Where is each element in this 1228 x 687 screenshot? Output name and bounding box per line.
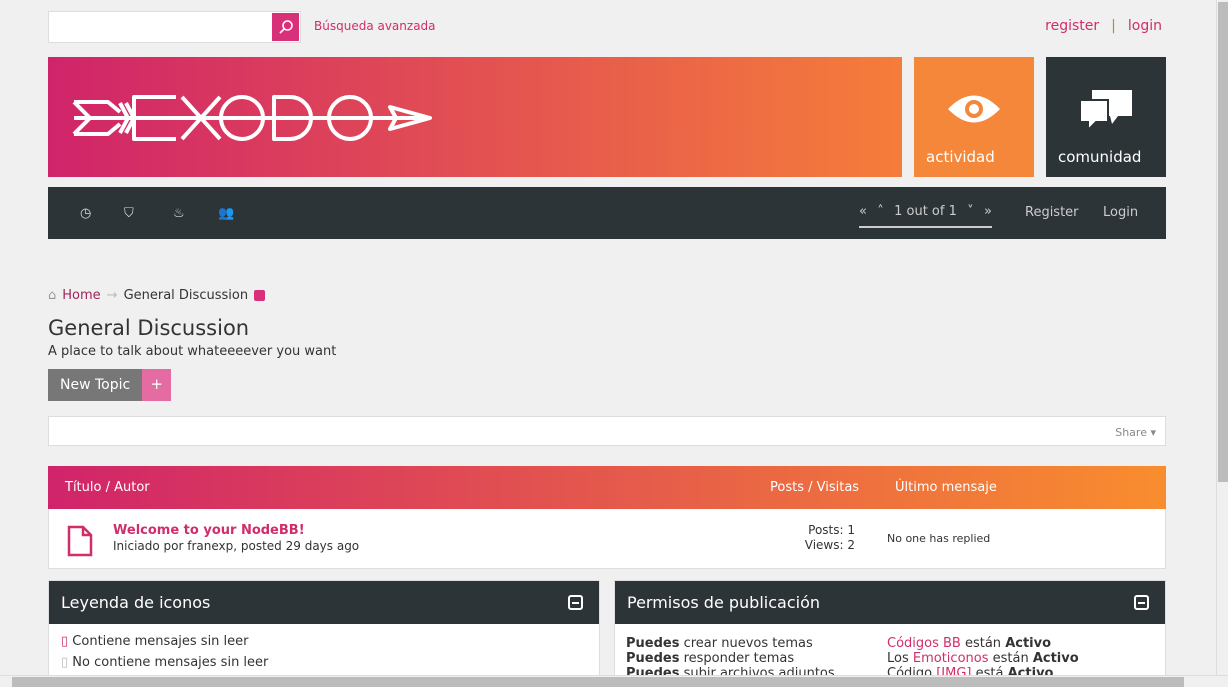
vertical-scrollbar[interactable] [1216,0,1228,675]
col-last: Último mensaje [895,480,997,495]
last-page-icon[interactable]: » [984,204,992,219]
page-indicator: 1 out of 1 [894,204,957,219]
permission-item: Los Emoticonos están Activo [887,651,1079,666]
share-dropdown[interactable]: Share ▾ [1115,426,1156,439]
navbar: ◷ ⛉ ♨ 👥 « ˄ 1 out of 1 ˅ » Register Login [48,187,1166,239]
tile-label: actividad [926,148,995,166]
fire-icon[interactable]: ♨ [173,206,185,221]
register-link[interactable]: register [1045,18,1099,34]
col-posts: Posts / Visitas [770,480,860,495]
breadcrumb: ⌂ Home → General Discussion [48,288,266,303]
share-bar: Share ▾ [48,416,1166,446]
prev-page-icon[interactable]: ˄ [877,204,884,219]
new-topic-label[interactable]: New Topic [48,369,143,401]
unread-topic-icon [67,525,93,557]
table-row: Welcome to your NodeBB! Iniciado por fra… [48,509,1166,569]
topic-title-link[interactable]: Welcome to your NodeBB! [113,523,305,538]
auth-links: register | login [1045,18,1162,34]
first-page-icon[interactable]: « [859,204,867,219]
posts-count: Posts: 1 [808,523,855,537]
new-topic-button[interactable]: New Topic + [48,369,172,401]
rss-icon[interactable] [254,290,266,301]
comments-icon [1079,90,1132,132]
tags-icon[interactable]: ⛉ [124,206,134,221]
separator: | [1111,18,1116,34]
topic-meta: Iniciado por franexp, posted 29 days ago [113,539,360,553]
nav-register[interactable]: Register [1025,205,1079,220]
unread-icon: ▯ [61,634,73,649]
permission-item: Códigos BB están Activo [887,636,1052,651]
plus-icon[interactable]: + [142,369,172,401]
exodo-logo [72,95,432,141]
tile-comunidad[interactable]: comunidad [1046,57,1166,177]
search-icon [278,20,293,34]
tile-actividad[interactable]: actividad [914,57,1034,177]
collapse-icon[interactable] [568,595,583,610]
search-box [48,11,301,43]
legend-item: ▯ No contiene mensajes sin leer [61,655,269,670]
read-icon: ▯ [61,655,73,670]
login-link[interactable]: login [1128,18,1162,34]
page-title: General Discussion [48,316,250,340]
banner[interactable] [48,57,902,177]
topic-table-header: Título / Autor Posts / Visitas Último me… [48,466,1166,509]
legend-item: ▯ Contiene mensajes sin leer [61,634,249,649]
search-input[interactable] [49,12,273,42]
col-title: Título / Autor [65,480,150,495]
pagination: « ˄ 1 out of 1 ˅ » [859,201,992,228]
views-count: Views: 2 [804,538,855,552]
legend-title: Leyenda de iconos [49,581,599,624]
permission-item: Puedes responder temas [626,651,795,666]
next-page-icon[interactable]: ˅ [967,204,974,219]
advanced-search-link[interactable]: Búsqueda avanzada [314,19,436,33]
home-icon: ⌂ [48,288,57,303]
category-description: A place to talk about whateeeever you wa… [48,344,337,359]
breadcrumb-home[interactable]: Home [62,288,100,303]
users-icon[interactable]: 👥 [218,206,234,221]
nav-login[interactable]: Login [1103,205,1138,220]
eye-icon [948,95,1000,123]
tile-label: comunidad [1058,148,1142,166]
scrollbar-thumb[interactable] [12,677,1184,687]
permissions-panel: Permisos de publicación Puedes crear nue… [614,580,1166,681]
scrollbar-thumb[interactable] [1218,2,1228,482]
emoticons-link[interactable]: Emoticonos [913,651,989,666]
legend-panel: Leyenda de iconos ▯ Contiene mensajes si… [48,580,600,680]
horizontal-scrollbar[interactable] [0,675,1228,687]
collapse-icon[interactable] [1134,595,1149,610]
breadcrumb-current: General Discussion [123,288,249,303]
search-button[interactable] [272,13,299,41]
permissions-title: Permisos de publicación [615,581,1165,624]
permission-item: Puedes crear nuevos temas [626,636,813,651]
last-post: No one has replied [887,532,991,545]
bbcode-link[interactable]: Códigos BB [887,636,961,651]
breadcrumb-arrow: → [106,288,118,303]
legend-list: ▯ Contiene mensajes sin leer ▯ No contie… [49,624,599,680]
clock-icon[interactable]: ◷ [80,206,91,221]
